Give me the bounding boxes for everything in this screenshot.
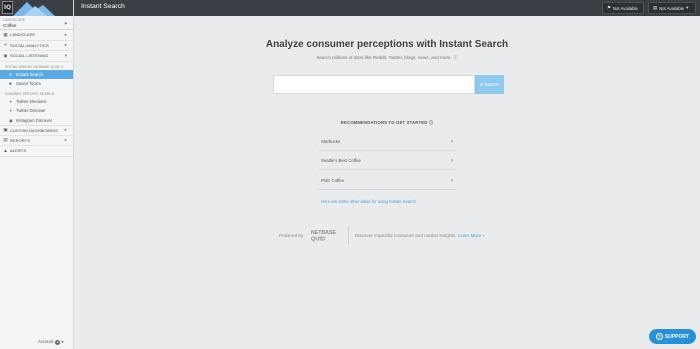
sidebar-item-label: Saved Topics	[16, 81, 41, 87]
chevron-right-icon: ›	[451, 138, 453, 145]
footer-divider	[348, 226, 349, 244]
chat-icon: ◉	[3, 52, 8, 58]
svg-text:QUID: QUID	[311, 237, 325, 243]
ideas-link[interactable]: Here are some other ideas for using Inst…	[321, 199, 416, 204]
grid-icon: ▦	[3, 31, 8, 37]
nav-alerts[interactable]: ▲ ALERTS	[0, 146, 73, 157]
search-icon: ⚲	[480, 81, 484, 87]
discover-text: Discover impactful consumer and market i…	[355, 233, 485, 238]
search-input[interactable]	[273, 75, 475, 94]
context-selector[interactable]: LANDSCAPE Coffee ▾	[0, 16, 73, 30]
sidebar-item-label: Twitter Mentions	[16, 98, 47, 104]
search-icon: ⚲	[9, 71, 13, 77]
listening-subhead: SOCIAL WEB BY NETBASE QUID ⓘ	[5, 64, 64, 69]
channel-subhead: CHANNEL SPECIFIC SEARCH	[5, 91, 55, 96]
support-button[interactable]: ? SUPPORT	[649, 329, 696, 344]
powered-by-text: Powered by	[279, 233, 304, 238]
recommendation-label: Philz Coffee	[321, 178, 345, 183]
chevron-down-icon: ▾	[61, 339, 64, 344]
support-label: SUPPORT	[664, 333, 690, 340]
nav-label: ALERTS	[10, 148, 27, 154]
context-label: LANDSCAPE	[3, 18, 26, 22]
nav-reports[interactable]: ▤ REPORTS ▸	[0, 136, 73, 146]
dashboard-icon: ▣	[3, 127, 8, 133]
avatar-icon: ●	[55, 340, 61, 345]
share-icon: ⋖	[3, 42, 8, 48]
topbar-button-b[interactable]: ▤ Not Available ▾	[648, 2, 696, 14]
main-headline: Analyze consumer perceptions with Instan…	[265, 39, 509, 50]
recommendation-label: Starbucks	[321, 139, 341, 144]
bookmark-icon: ■	[9, 81, 12, 87]
context-value: Coffee	[3, 23, 17, 28]
chevron-right-icon: ›	[451, 157, 453, 164]
twitter-icon: ✦	[9, 108, 13, 114]
sidebar: IQ LANDSCAPE Coffee ▾ ▦ LANDSCAPE ▸ ⋖ SO…	[0, 0, 74, 349]
sidebar-item-instant-search[interactable]: ⚲ Instant Search	[0, 69, 73, 79]
search-button[interactable]: ⚲ Search	[475, 75, 504, 94]
nav-social-listening[interactable]: ◉ SOCIAL LISTENING ▾	[0, 51, 73, 62]
recommendation-label: Seattle's Best Coffee	[321, 158, 361, 163]
account-label: Account	[38, 339, 54, 344]
search-button-label: Search	[484, 82, 499, 87]
twitter-icon: ✦	[9, 98, 13, 104]
brand-art-icon	[13, 2, 55, 16]
discover-label: Discover impactful consumer and market i…	[355, 233, 457, 238]
chevron-right-icon: ▸	[64, 42, 67, 48]
account-menu[interactable]: Account ● ▾	[38, 339, 64, 345]
topbar-button-b-label: Not Available	[659, 5, 685, 11]
sidebar-item-label: Twitter Discover	[16, 108, 46, 114]
nav-label: SOCIAL LISTENING	[10, 53, 49, 59]
nav-label: LANDSCAPE	[10, 32, 36, 38]
top-bar: Instant Search ⚑ Not Available ▤ Not Ava…	[74, 0, 700, 16]
nav-social-analytics[interactable]: ⋖ SOCIAL ANALYTICS ▸	[0, 41, 73, 51]
help-icon: ?	[655, 333, 663, 340]
main-subtext: Search millions of sites like Reddit, Tw…	[316, 55, 458, 60]
sidebar-item-twitter-mentions[interactable]: ✦ Twitter Mentions	[0, 97, 73, 107]
nav-label: CUSTOM DASHBOARDS	[10, 127, 59, 133]
recommendation-row[interactable]: Philz Coffee ›	[318, 172, 456, 190]
svg-text:NETBASE: NETBASE	[311, 230, 336, 236]
sidebar-item-saved-topics[interactable]: ■ Saved Topics	[0, 79, 73, 89]
chevron-right-icon: ›	[451, 177, 453, 184]
topbar-button-a-label: Not Available	[612, 5, 638, 11]
brand-bar: IQ	[0, 0, 73, 16]
page-title: Instant Search	[81, 3, 125, 10]
bookmark-icon: ⚑	[607, 5, 611, 10]
chevron-down-icon: ▾	[64, 21, 67, 27]
topbar-button-a[interactable]: ⚑ Not Available	[602, 2, 644, 14]
chevron-right-icon: ▸	[64, 31, 67, 37]
instagram-icon: ▣	[9, 117, 13, 123]
chevron-down-icon: ▾	[64, 52, 67, 58]
nav-custom-dashboards[interactable]: ▣ CUSTOM DASHBOARDS ▸	[0, 125, 73, 136]
learn-more-link[interactable]: Learn More »	[458, 233, 485, 238]
calendar-icon: ▤	[653, 5, 658, 10]
chevron-right-icon: ▸	[64, 127, 67, 133]
sidebar-item-label: Instant Search	[16, 71, 44, 77]
chevron-right-icon: ▸	[64, 137, 67, 143]
recommendation-row[interactable]: Seattle's Best Coffee ›	[318, 152, 456, 170]
nav-label: REPORTS	[10, 137, 30, 143]
nav-label: SOCIAL ANALYTICS	[10, 42, 49, 48]
recommendation-row[interactable]: Starbucks ›	[318, 133, 456, 151]
chevron-down-icon: ▾	[686, 5, 689, 10]
bell-icon: ▲	[3, 148, 8, 154]
netbase-quid-logo: NETBASE QUID	[311, 230, 336, 243]
report-icon: ▤	[3, 137, 8, 143]
sidebar-item-twitter-discover[interactable]: ✦ Twitter Discover	[0, 106, 73, 116]
sidebar-item-instagram-discover[interactable]: ▣ Instagram Discover	[0, 116, 73, 126]
sidebar-item-label: Instagram Discover	[16, 117, 53, 123]
nav-landscape[interactable]: ▦ LANDSCAPE ▸	[0, 30, 73, 41]
recommendations-title: RECOMMENDATIONS TO GET STARTED ⓘ	[340, 120, 434, 125]
app-logo[interactable]: IQ	[2, 1, 13, 14]
